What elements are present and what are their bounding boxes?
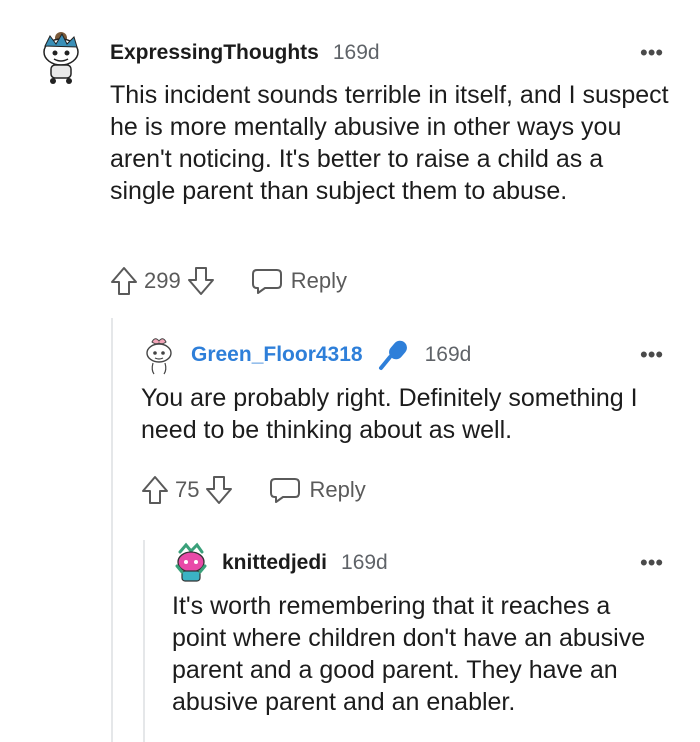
avatar-snoo-icon (146, 338, 172, 375)
comment-body: This incident sounds terrible in itself,… (110, 81, 669, 205)
downvote-icon[interactable] (187, 266, 215, 296)
reply-label: Reply (290, 268, 347, 293)
comment-body: It's worth remembering that it reaches a… (172, 592, 646, 716)
timestamp: 169d (424, 343, 472, 366)
downvote-icon[interactable] (205, 475, 233, 505)
username[interactable]: knittedjedi (222, 551, 327, 575)
more-options-icon[interactable]: ••• (640, 344, 663, 366)
avatar-snoo-icon (175, 542, 207, 582)
username[interactable]: ExpressingThoughts (110, 41, 319, 65)
more-options-icon[interactable]: ••• (640, 552, 663, 574)
timestamp: 169d (332, 41, 380, 64)
reply-label: Reply (309, 477, 366, 502)
thread-line-level-1[interactable] (111, 318, 113, 742)
vote-score: 299 (144, 268, 181, 293)
avatar[interactable] (36, 28, 86, 86)
avatar[interactable] (172, 542, 210, 584)
more-options-icon[interactable]: ••• (640, 42, 663, 64)
upvote-icon[interactable] (141, 475, 169, 505)
username-op[interactable]: Green_Floor4318 (191, 343, 363, 367)
reply-bubble-icon (251, 267, 283, 295)
comment-body: You are probably right. Definitely somet… (141, 384, 638, 444)
reply-button[interactable]: Reply (251, 267, 347, 295)
avatar[interactable] (142, 334, 176, 376)
avatar-snoo-icon (43, 32, 79, 84)
upvote-icon[interactable] (110, 266, 138, 296)
vote-score: 75 (175, 477, 200, 502)
reply-bubble-icon (269, 476, 301, 504)
reply-button[interactable]: Reply (269, 476, 366, 504)
timestamp: 169d (341, 551, 388, 574)
thread-line-level-2[interactable] (143, 540, 145, 742)
microphone-icon (377, 338, 411, 372)
